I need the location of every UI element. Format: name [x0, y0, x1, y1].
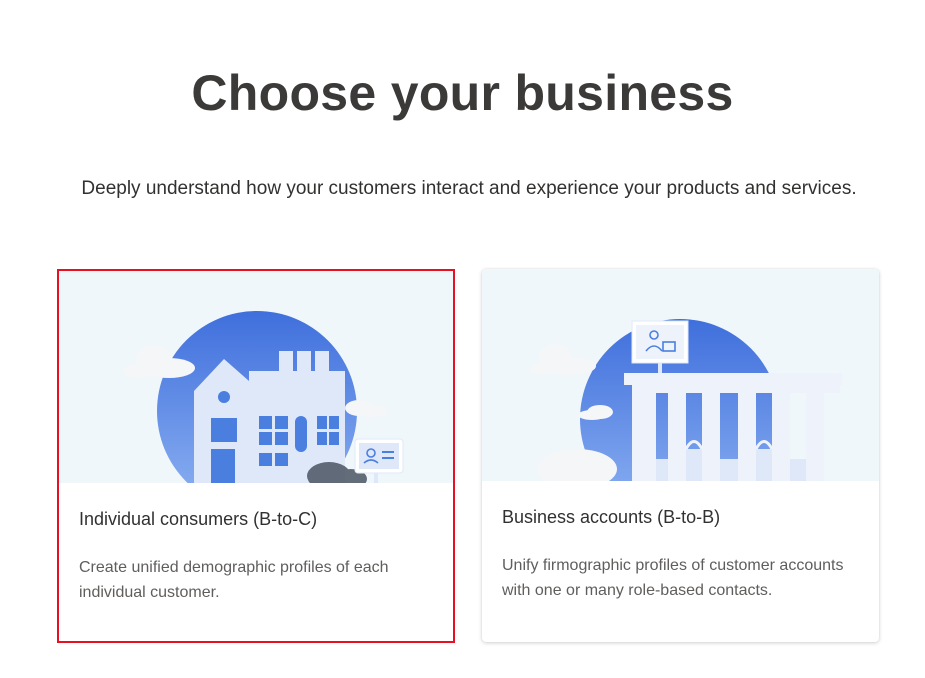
page-subtitle: Deeply understand how your customers int… [81, 178, 857, 199]
card-title: Business accounts (B-to-B) [502, 507, 721, 527]
house-illustration [59, 271, 453, 483]
house-icon [123, 311, 404, 483]
card-description: Create unified demographic profiles of e… [79, 559, 389, 601]
building-icon [530, 319, 842, 481]
business-option-b2c-card[interactable]: Individual consumers (B-to-C) Create uni… [57, 269, 455, 643]
business-option-b2b-card[interactable]: Business accounts (B-to-B) Unify firmogr… [482, 269, 879, 642]
card-title: Individual consumers (B-to-C) [79, 509, 318, 529]
page-title: Choose your business [191, 65, 734, 121]
card-description: Unify firmographic profiles of customer … [502, 557, 844, 599]
building-illustration [482, 269, 879, 481]
